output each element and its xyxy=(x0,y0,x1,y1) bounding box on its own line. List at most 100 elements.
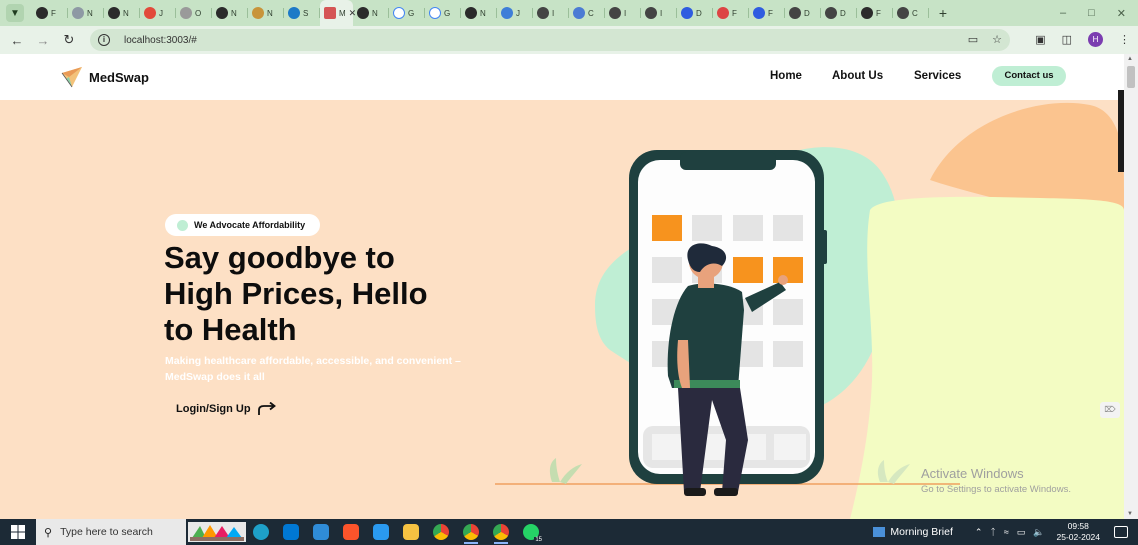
browser-tab[interactable]: N xyxy=(68,0,104,26)
tab-title[interactable]: J xyxy=(159,9,163,18)
tab-title[interactable]: C xyxy=(912,9,918,18)
bluetooth-icon[interactable]: ᛏ xyxy=(990,527,995,537)
chevron-up-icon[interactable]: ⌃ xyxy=(975,527,983,538)
nav-services[interactable]: Services xyxy=(914,70,961,82)
brand-name[interactable]: MedSwap xyxy=(89,70,149,85)
tab-title[interactable]: I xyxy=(552,9,554,18)
wifi-icon[interactable]: ≈ xyxy=(1004,527,1009,537)
browser-tab[interactable]: F xyxy=(32,0,68,26)
search-highlight-art-icon[interactable] xyxy=(188,522,246,542)
back-button[interactable]: ← xyxy=(4,33,30,48)
browser-tab[interactable]: G xyxy=(389,0,425,26)
maximize-button[interactable]: □ xyxy=(1088,7,1095,19)
page-scrollbar[interactable]: ▲ ▼ xyxy=(1124,54,1138,519)
whatsapp-app-icon[interactable]: 15 xyxy=(516,519,546,545)
chrome-profile-2-app-icon[interactable] xyxy=(486,519,516,545)
tab-search-button[interactable]: ▼ xyxy=(6,4,24,22)
tab-title[interactable]: N xyxy=(123,9,129,18)
scroll-down-icon[interactable]: ▼ xyxy=(1127,511,1133,517)
tab-title[interactable]: N xyxy=(87,9,93,18)
browser-tab[interactable]: C xyxy=(893,0,929,26)
profile-avatar[interactable]: H xyxy=(1088,32,1103,47)
browser-tab[interactable]: S xyxy=(284,0,320,26)
browser-tab[interactable]: N xyxy=(461,0,497,26)
browser-tab[interactable]: D xyxy=(785,0,821,26)
browser-tab[interactable]: F xyxy=(713,0,749,26)
chrome-app-icon[interactable] xyxy=(426,519,456,545)
browser-tab[interactable]: O xyxy=(176,0,212,26)
browser-tab[interactable]: J xyxy=(140,0,176,26)
windows-start-button[interactable] xyxy=(0,519,36,545)
news-widget-label[interactable]: Morning Brief xyxy=(890,526,952,538)
tab-title[interactable]: N xyxy=(231,9,237,18)
tab-title[interactable]: N xyxy=(372,9,378,18)
browser-tab[interactable]: D xyxy=(677,0,713,26)
tab-title[interactable]: F xyxy=(768,9,773,18)
login-signup-label[interactable]: Login/Sign Up xyxy=(176,403,251,415)
taskbar-search[interactable]: ⚲ Type here to search xyxy=(36,519,186,545)
browser-tab[interactable]: N xyxy=(212,0,248,26)
tab-title[interactable]: F xyxy=(51,9,56,18)
menu-kebab-icon[interactable]: ⋮ xyxy=(1119,33,1130,46)
notification-center-icon[interactable] xyxy=(1114,526,1128,538)
contact-us-button[interactable]: Contact us xyxy=(992,66,1066,86)
reload-button[interactable]: ↻ xyxy=(56,32,82,48)
store-app-icon[interactable] xyxy=(276,519,306,545)
browser-tab[interactable]: C xyxy=(569,0,605,26)
browser-tab[interactable]: N xyxy=(248,0,284,26)
tab-title[interactable]: N xyxy=(267,9,273,18)
tab-title[interactable]: S xyxy=(303,9,308,18)
browser-tab[interactable]: M ✕ xyxy=(320,0,356,26)
forward-button[interactable]: → xyxy=(30,33,56,48)
minimize-button[interactable]: – xyxy=(1060,7,1066,19)
site-info-icon[interactable]: i xyxy=(98,34,110,46)
tab-title[interactable]: I xyxy=(624,9,626,18)
nav-home[interactable]: Home xyxy=(770,70,802,82)
scroll-thumb[interactable] xyxy=(1127,66,1135,88)
browser-tab[interactable]: N xyxy=(104,0,140,26)
tab-title[interactable]: O xyxy=(195,9,201,18)
side-panel-icon[interactable]: ◫ xyxy=(1062,33,1072,46)
browser-tab[interactable]: J xyxy=(497,0,533,26)
scroll-up-icon[interactable]: ▲ xyxy=(1127,56,1133,62)
url-text[interactable]: localhost:3003/# xyxy=(124,35,197,46)
close-window-button[interactable]: ✕ xyxy=(1117,7,1126,20)
chrome-profile-app-icon[interactable] xyxy=(456,519,486,545)
vscode-app-icon[interactable] xyxy=(366,519,396,545)
browser-tab[interactable]: I xyxy=(641,0,677,26)
tab-title[interactable]: C xyxy=(588,9,594,18)
edge-app-icon[interactable] xyxy=(246,519,276,545)
browser-tab[interactable]: F xyxy=(749,0,785,26)
file-explorer-icon[interactable] xyxy=(396,519,426,545)
tab-title[interactable]: D xyxy=(804,9,810,18)
cast-icon[interactable]: ▭ xyxy=(968,33,978,46)
tab-title[interactable]: F xyxy=(876,9,881,18)
tab-title[interactable]: I xyxy=(660,9,662,18)
extensions-icon[interactable]: ▣ xyxy=(1035,33,1045,46)
bookmark-star-icon[interactable]: ☆ xyxy=(992,33,1002,46)
mail-app-icon[interactable] xyxy=(306,519,336,545)
tab-title[interactable]: N xyxy=(480,9,486,18)
taskbar-search-placeholder[interactable]: Type here to search xyxy=(60,526,153,538)
browser-tab[interactable]: F xyxy=(857,0,893,26)
login-signup-button[interactable]: Login/Sign Up xyxy=(176,402,277,416)
volume-icon[interactable]: 🔈 xyxy=(1033,527,1044,538)
nav-about-us[interactable]: About Us xyxy=(832,70,883,82)
medswap-logo-icon[interactable] xyxy=(60,65,84,89)
address-bar[interactable]: i localhost:3003/# ▭ ☆ xyxy=(90,29,1010,51)
tab-title[interactable]: D xyxy=(696,9,702,18)
battery-icon[interactable]: ▭ xyxy=(1017,527,1026,538)
browser-tab[interactable]: N xyxy=(353,0,389,26)
tab-title[interactable]: F xyxy=(732,9,737,18)
tab-title[interactable]: G xyxy=(444,9,450,18)
browser-tab[interactable]: I xyxy=(605,0,641,26)
browser-tab[interactable]: I xyxy=(533,0,569,26)
news-widget[interactable]: Morning Brief xyxy=(873,526,953,538)
redirect-arrow-icon[interactable] xyxy=(257,402,277,416)
new-tab-button[interactable]: + xyxy=(935,5,951,21)
tab-title[interactable]: M xyxy=(339,9,346,18)
tab-title[interactable]: J xyxy=(516,9,520,18)
brave-app-icon[interactable] xyxy=(336,519,366,545)
browser-tab[interactable]: G xyxy=(425,0,461,26)
browser-tab[interactable]: D xyxy=(821,0,857,26)
